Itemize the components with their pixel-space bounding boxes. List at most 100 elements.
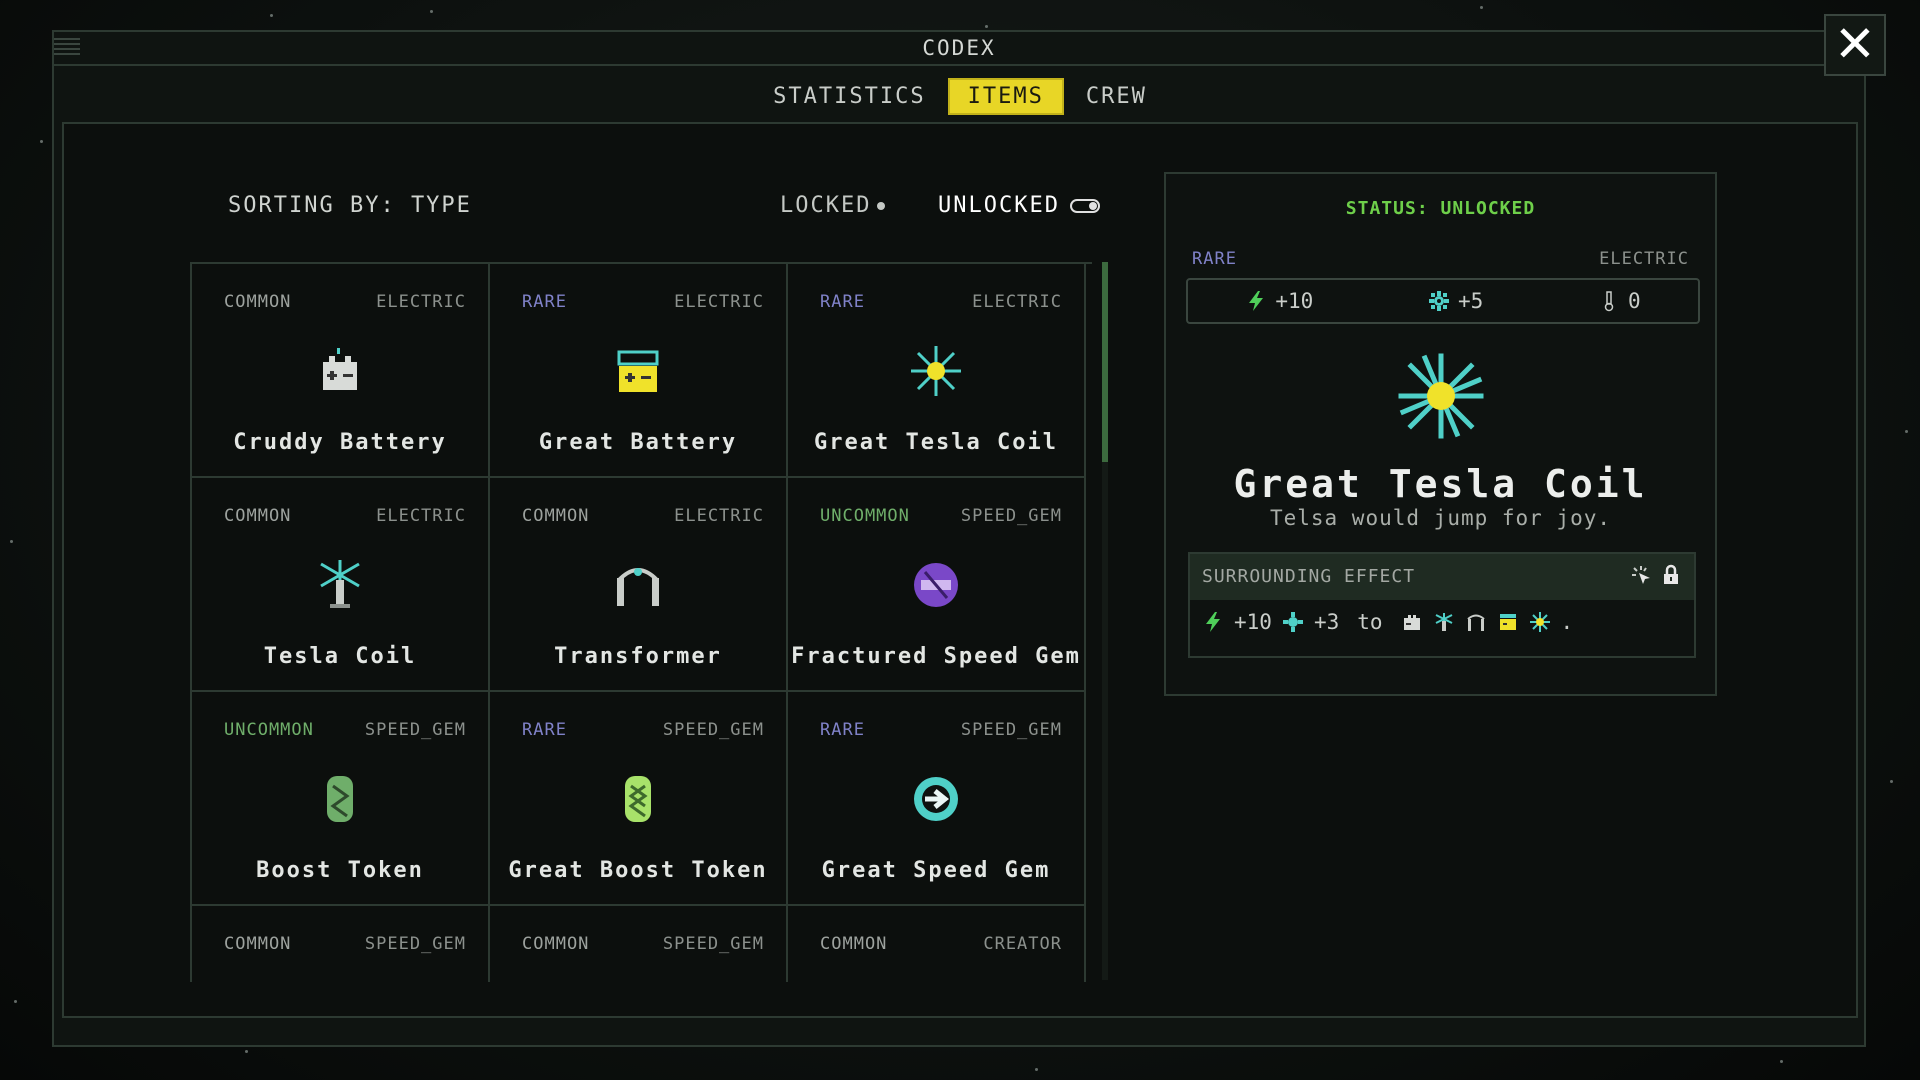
surrounding-effect-box: SURROUNDING EFFECT +10 +3 to . [1188,552,1696,658]
item-rarity: RARE [522,292,567,312]
detail-item-quote: Telsa would jump for joy. [1269,506,1612,530]
item-type: SPEED_GEM [662,934,764,954]
star [1035,1068,1038,1071]
speed-gem-icon [914,777,958,821]
window-title: CODEX [922,36,996,60]
tesla-coil-icon [1435,613,1452,631]
item-name: Great Boost Token [508,858,768,883]
item-type: SPEED_GEM [364,720,466,740]
item-rarity: RARE [522,720,567,740]
gear-icon [1428,291,1449,311]
transformer-icon [1466,614,1485,631]
item-name: Cruddy Battery [233,430,447,455]
star [985,25,988,28]
star [1905,430,1908,433]
great-battery-icon [1499,614,1516,630]
star [10,540,13,543]
tesla-coil-icon [320,560,360,608]
item-rarity: COMMON [224,934,292,954]
item-card[interactable]: UNCOMMON SPEED_GEM Boost Token [192,692,490,906]
transformer-icon [617,568,659,606]
stat-heat-value: 0 [1627,289,1641,313]
star [270,14,273,17]
item-rarity: UNCOMMON [820,506,910,526]
menu-lines-icon [54,38,80,58]
scrollbar-thumb[interactable] [1102,262,1108,462]
tab-bar: STATISTICS ITEMS CREW [0,78,1920,115]
detail-status: STATUS: UNLOCKED [1345,198,1536,219]
star [1780,1060,1783,1063]
item-card[interactable]: COMMON ELECTRIC Tesla Coil [192,478,490,692]
item-rarity: COMMON [820,934,888,954]
effect-header: SURROUNDING EFFECT [1190,554,1694,600]
item-card[interactable]: COMMON ELECTRIC Cruddy Battery [192,264,490,478]
unlocked-toggle-icon [1069,199,1100,213]
item-type: ELECTRIC [376,506,466,526]
detail-type: ELECTRIC [1599,249,1689,269]
battery-icon [1403,615,1420,630]
item-type: ELECTRIC [972,292,1062,312]
great-battery-icon [617,350,659,392]
effect-title: SURROUNDING EFFECT [1202,566,1416,587]
tab-items[interactable]: ITEMS [947,78,1064,115]
tesla-spark-icon [911,346,961,396]
item-name: Transformer [554,644,722,669]
item-name: Boost Token [256,858,424,883]
bolt-icon [1206,612,1220,632]
item-rarity: UNCOMMON [224,720,314,740]
filter-unlocked[interactable]: UNLOCKED [938,193,1100,218]
locked-toggle-icon [877,202,886,210]
filter-unlocked-label: UNLOCKED [938,193,1060,218]
stat-speed: +5 [1428,289,1483,313]
window-title-bar: CODEX [54,32,1864,66]
item-name: Great Tesla Coil [814,430,1058,455]
tesla-spark-icon [1398,353,1483,439]
item-type: ELECTRIC [674,506,764,526]
effect-to-label: to [1357,610,1383,634]
tab-statistics[interactable]: STATISTICS [755,80,943,113]
close-button[interactable]: ✕ [1824,14,1886,76]
item-type: ELECTRIC [376,292,466,312]
star [1480,6,1483,9]
star [1890,780,1893,783]
filter-locked[interactable]: LOCKED [780,193,886,218]
item-rarity: COMMON [224,506,292,526]
star [245,1050,248,1053]
tesla-spark-icon [1529,612,1550,632]
lock-icon[interactable] [1660,564,1682,586]
item-type: SPEED_GEM [960,720,1062,740]
item-card[interactable]: RARE SPEED_GEM Great Boost Token [490,692,788,906]
effect-speed-value: +3 [1313,610,1340,634]
item-type: CREATOR [983,934,1062,954]
item-card[interactable]: RARE ELECTRIC Great Tesla Coil [788,264,1086,478]
item-grid: COMMON ELECTRIC Cruddy Battery RARE ELECTRIC… [190,262,1092,982]
item-card[interactable]: COMMON SPEED_GEM [490,906,788,982]
stat-power-value: +10 [1275,289,1314,313]
item-name: Fractured Speed Gem [791,644,1081,669]
thermometer-icon [1604,291,1614,312]
detail-stats: +10 +5 0 [1186,278,1700,324]
item-rarity: RARE [820,720,865,740]
item-card[interactable]: COMMON ELECTRIC Transformer [490,478,788,692]
stat-power: +10 [1245,289,1313,313]
item-card[interactable]: RARE ELECTRIC Great Battery [490,264,788,478]
item-name: Tesla Coil [263,644,417,669]
battery-icon [323,348,357,390]
effect-suffix: . [1560,610,1574,634]
item-card[interactable]: UNCOMMON SPEED_GEM Fractured Speed Gem [788,478,1086,692]
item-card[interactable]: COMMON SPEED_GEM [192,906,490,982]
item-card[interactable]: COMMON CREATOR [788,906,1086,982]
item-type: SPEED_GEM [364,934,466,954]
sort-dropdown[interactable]: SORTING BY: TYPE [228,193,472,218]
grid-scrollbar[interactable] [1102,262,1108,980]
detail-rarity: RARE [1192,249,1237,269]
fractured-gem-icon [914,563,958,607]
item-card[interactable]: RARE SPEED_GEM Great Speed Gem [788,692,1086,906]
great-boost-token-icon [625,776,651,822]
boost-token-icon [327,776,353,822]
tab-crew[interactable]: CREW [1068,80,1165,113]
star [14,1000,17,1003]
item-type: SPEED_GEM [662,720,764,740]
cursor-burst-icon [1632,566,1650,584]
effect-power-value: +10 [1234,610,1272,634]
